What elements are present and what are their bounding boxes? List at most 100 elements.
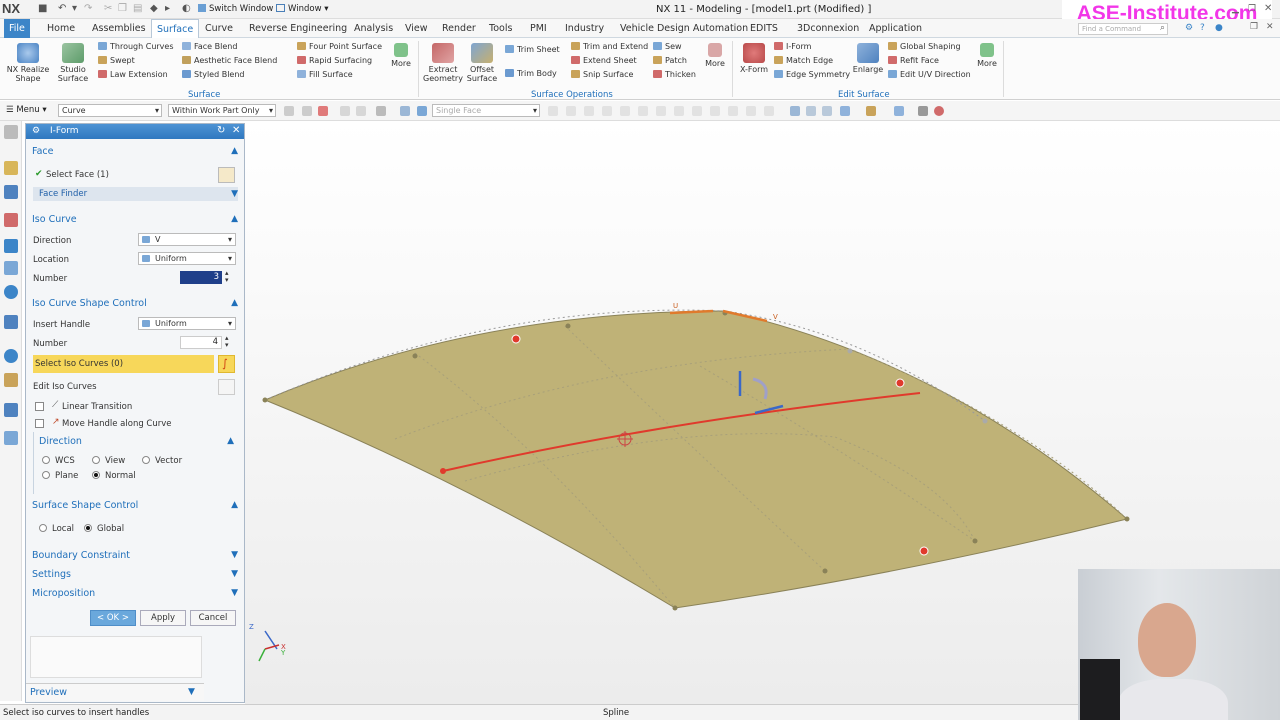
linear-transition-checkbox[interactable] xyxy=(35,402,44,411)
extend-sheet-button[interactable]: Extend Sheet xyxy=(571,55,637,67)
ok-button[interactable]: < OK > xyxy=(90,610,136,626)
enlarge-button[interactable]: Enlarge xyxy=(850,40,886,74)
settings-icon[interactable]: ⚙ xyxy=(1185,23,1193,33)
snap-tangent-icon[interactable] xyxy=(746,106,756,116)
direction-subsection-header[interactable]: Direction xyxy=(39,436,82,447)
doc-close-icon[interactable]: ✕ xyxy=(1266,22,1274,32)
pole-point[interactable] xyxy=(847,348,853,354)
x-form-button[interactable]: X-Form xyxy=(736,40,772,74)
clock-icon[interactable] xyxy=(4,349,18,363)
snap-intersection-icon[interactable] xyxy=(602,106,612,116)
close-dialog-icon[interactable]: ✕ xyxy=(232,125,240,136)
match-edge-button[interactable]: Match Edge xyxy=(774,55,833,67)
pole-point[interactable] xyxy=(262,397,268,403)
normal-radio[interactable] xyxy=(92,471,100,479)
control-point[interactable] xyxy=(895,378,905,388)
tab-3dconnexion[interactable]: 3Dconnexion xyxy=(792,19,864,38)
snap-icon[interactable] xyxy=(340,106,350,116)
repeat-icon[interactable]: ▸ xyxy=(165,3,170,14)
insert-handle-select[interactable]: Uniform xyxy=(138,317,236,330)
process-studio-icon[interactable] xyxy=(4,403,18,417)
window-menu-button[interactable]: Window ▾ xyxy=(276,4,328,14)
snip-surface-button[interactable]: Snip Surface xyxy=(571,69,633,81)
rendering-style-icon[interactable] xyxy=(866,106,876,116)
settings-section-header[interactable]: Settings xyxy=(32,569,71,580)
snap-control-icon[interactable] xyxy=(584,106,594,116)
trim-sheet-button[interactable]: Trim Sheet xyxy=(505,44,560,56)
help-icon[interactable]: ? xyxy=(1200,23,1205,33)
control-point[interactable] xyxy=(440,468,446,474)
settings-icon[interactable] xyxy=(4,125,18,139)
wcs-radio[interactable] xyxy=(42,456,50,464)
history-icon[interactable] xyxy=(4,315,18,329)
hd3d-tools-icon[interactable] xyxy=(4,261,18,275)
snap-on-face-icon[interactable] xyxy=(692,106,702,116)
pole-point[interactable] xyxy=(565,323,571,329)
snap-mid-icon[interactable] xyxy=(566,106,576,116)
gear-icon[interactable]: ⚙ xyxy=(32,126,40,136)
expand-icon[interactable]: ▼ xyxy=(231,588,238,598)
select-iso-curves-label[interactable]: Select Iso Curves (0) xyxy=(35,359,123,369)
minimize-icon[interactable]: ▁ xyxy=(1232,4,1239,14)
curve-select-icon[interactable]: ∫ xyxy=(218,355,235,373)
snap-on-curve-icon[interactable] xyxy=(674,106,684,116)
local-radio[interactable] xyxy=(39,524,47,532)
restore-icon[interactable]: ❐ xyxy=(1248,4,1256,14)
filter-icon[interactable] xyxy=(284,106,294,116)
save-icon[interactable]: ■ xyxy=(38,3,47,14)
nx-realize-shape-button[interactable]: NX Realize Shape xyxy=(4,40,52,83)
apply-button[interactable]: Apply xyxy=(140,610,186,626)
snap-existing-icon[interactable] xyxy=(656,106,666,116)
studio-surface-button[interactable]: Studio Surface xyxy=(54,40,92,83)
cut-icon[interactable]: ✂ xyxy=(104,3,112,14)
through-curves-button[interactable]: Through Curves xyxy=(98,41,174,53)
snap-pole-icon[interactable] xyxy=(728,106,738,116)
orient-view-icon[interactable] xyxy=(840,106,850,116)
collapse-icon[interactable]: ▲ xyxy=(231,146,238,156)
tab-view[interactable]: View xyxy=(400,19,433,38)
snap-arc-icon[interactable] xyxy=(764,106,774,116)
preview-header[interactable]: Preview xyxy=(30,687,67,698)
copy-icon[interactable]: ❐ xyxy=(118,3,127,14)
trim-body-button[interactable]: Trim Body xyxy=(505,68,557,80)
surface-more-button[interactable]: More xyxy=(388,40,414,68)
reset-icon[interactable]: ↻ xyxy=(217,125,225,136)
expand-icon[interactable]: ▼ xyxy=(231,550,238,560)
pole-point[interactable] xyxy=(822,568,828,574)
general-selection-icon[interactable] xyxy=(302,106,312,116)
part-navigator-icon[interactable] xyxy=(4,213,18,227)
location-select[interactable]: Uniform xyxy=(138,252,236,265)
number-spinner-icon[interactable]: ▴ ▾ xyxy=(225,335,229,349)
global-shaping-button[interactable]: Global Shaping xyxy=(888,41,961,53)
global-radio[interactable] xyxy=(84,524,92,532)
tab-application[interactable]: Application xyxy=(864,19,927,38)
surface-shape-section-header[interactable]: Surface Shape Control xyxy=(32,500,138,511)
rotate-icon[interactable] xyxy=(822,106,832,116)
snap-center-icon[interactable] xyxy=(620,106,630,116)
select-all-icon[interactable] xyxy=(318,106,328,116)
record-icon[interactable] xyxy=(934,106,944,116)
command-finder-icon[interactable]: ◆ xyxy=(150,3,158,14)
move-handle-checkbox[interactable] xyxy=(35,419,44,428)
number-input[interactable]: 3 xyxy=(180,271,222,284)
show-hide-icon[interactable] xyxy=(918,106,928,116)
pole-point[interactable] xyxy=(672,605,678,611)
zoom-icon[interactable] xyxy=(806,106,816,116)
pole-point[interactable] xyxy=(412,353,418,359)
handle-number-input[interactable]: 4 xyxy=(180,336,222,349)
pole-point[interactable] xyxy=(972,538,978,544)
rapid-surfacing-button[interactable]: Rapid Surfacing xyxy=(297,55,372,67)
close-window-icon[interactable]: ✕ xyxy=(1264,3,1272,14)
view-radio[interactable] xyxy=(92,456,100,464)
tab-home[interactable]: Home xyxy=(42,19,80,38)
snap-bounded-icon[interactable] xyxy=(710,106,720,116)
edit-uv-direction-button[interactable]: Edit U/V Direction xyxy=(888,69,971,81)
doc-restore-icon[interactable]: ❐ xyxy=(1250,22,1258,32)
collapse-icon[interactable]: ▲ xyxy=(231,500,238,510)
switch-window-button[interactable]: Switch Window xyxy=(198,4,273,14)
operations-more-button[interactable]: More xyxy=(702,40,728,68)
reuse-library-icon[interactable] xyxy=(4,239,18,253)
control-point[interactable] xyxy=(919,546,929,556)
i-form-button[interactable]: I-Form xyxy=(774,41,811,53)
shape-control-section-header[interactable]: Iso Curve Shape Control xyxy=(32,298,147,309)
